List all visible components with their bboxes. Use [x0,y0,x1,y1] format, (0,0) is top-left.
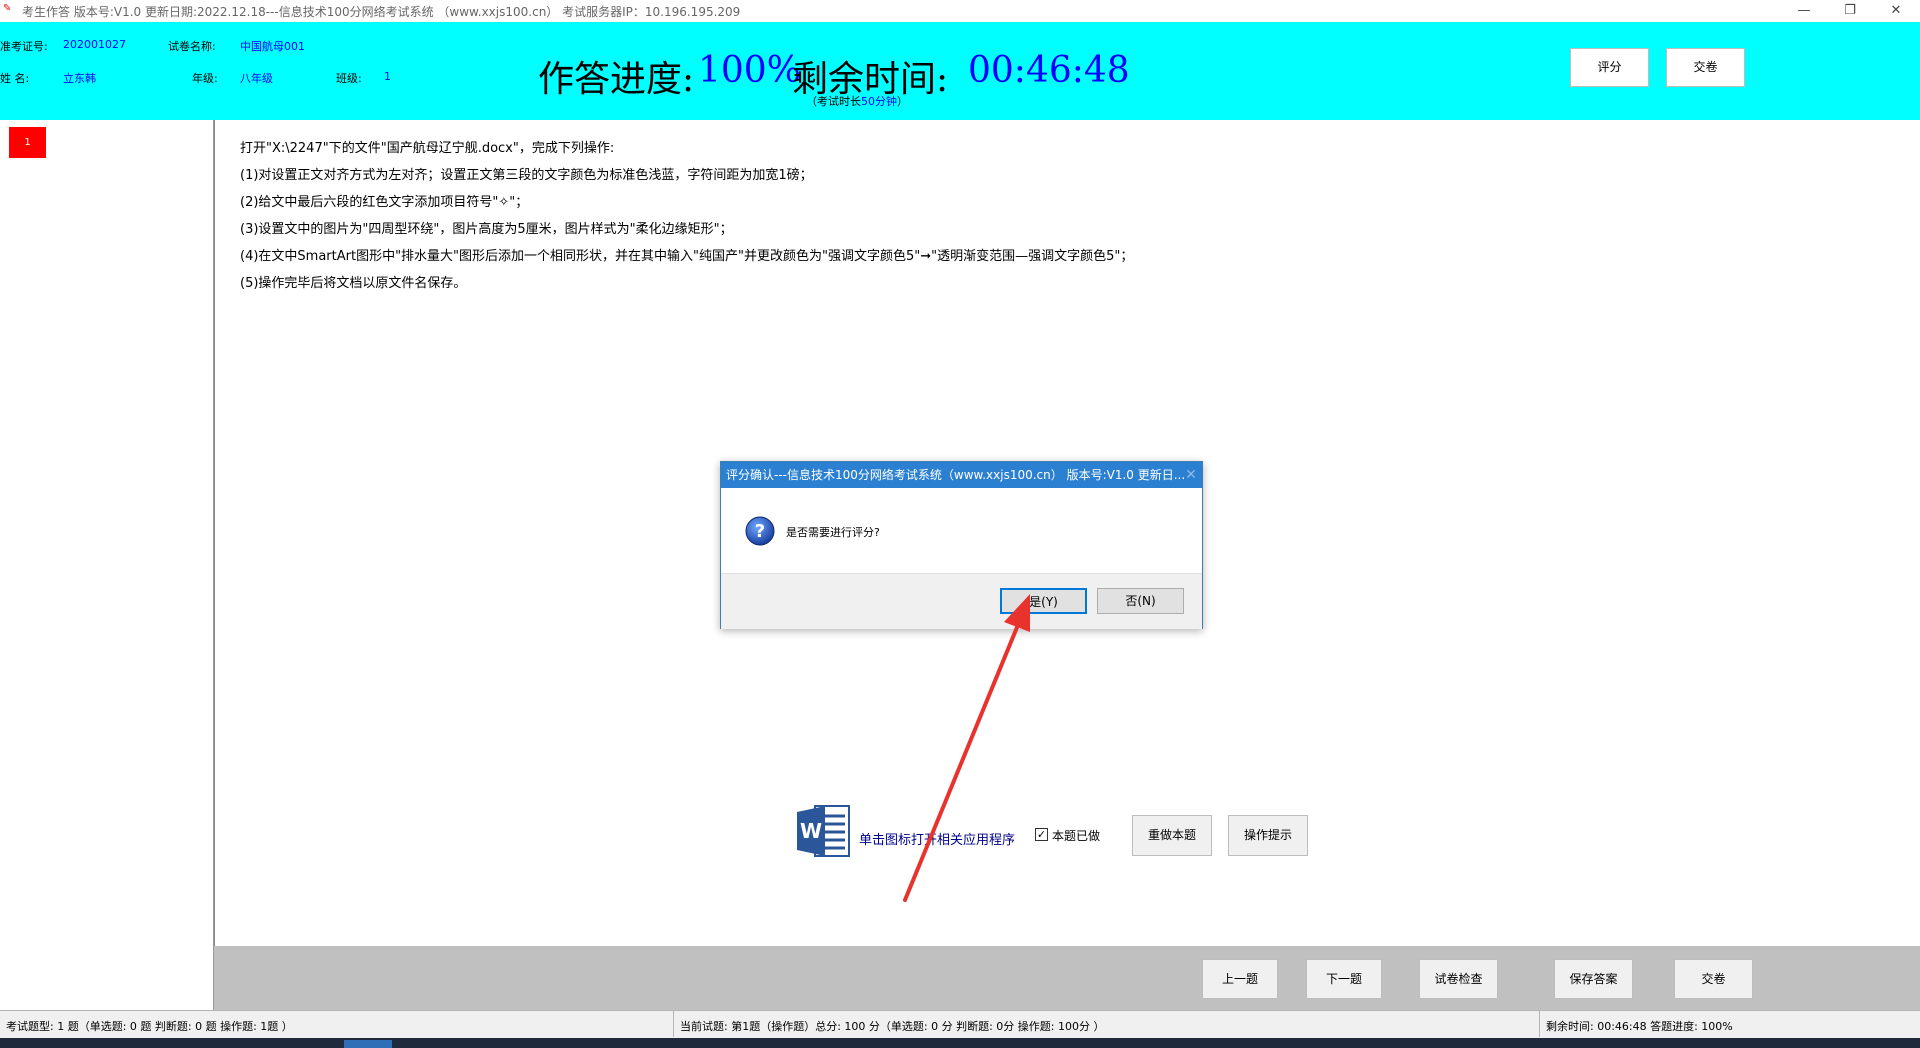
question-icon: ? [745,516,775,546]
duration-suffix: ） [897,95,908,108]
taskbar [0,1038,1920,1048]
grade-label: 年级: [192,72,218,85]
status-divider [1539,1011,1540,1037]
window-title: 考生作答 版本号:V1.0 更新日期:2022.12.18---信息技术100分… [22,5,741,19]
question-line: (5)操作完毕后将文档以原文件名保存。 [240,276,467,291]
exam-id-value: 202001027 [63,38,126,51]
question-list-sidebar [0,120,214,1010]
close-window-button[interactable]: ✕ [1873,0,1919,22]
done-checkbox-label: 本题已做 [1052,829,1101,843]
exam-id-label: 准考证号: [0,40,48,53]
svg-text:W: W [800,819,822,843]
grade-value: 八年级 [240,72,273,85]
dialog-close-icon[interactable]: ✕ [1180,462,1202,488]
submit-paper-button[interactable]: 交卷 [1674,959,1753,999]
save-answer-button[interactable]: 保存答案 [1554,959,1633,999]
question-line: (3)设置文中的图片为"四周型环绕"，图片高度为5厘米，图片样式为"柔化边缘矩形… [240,222,733,237]
restore-button[interactable]: ❐ [1827,0,1873,22]
duration-prefix: （考试时长 [806,95,861,108]
status-current-question: 当前试题: 第1题（操作题）总分: 100 分（单选题: 0 分 判断题: 0分… [680,1020,1105,1033]
paper-name-value: 中国航母001 [240,40,305,53]
status-remaining: 剩余时间: 00:46:48 答题进度: 100% [1546,1020,1733,1033]
remaining-time-value: 00:46:48 [968,50,1130,91]
word-app-icon[interactable]: W [795,802,853,860]
student-name-value: 立东韩 [63,72,96,85]
paper-check-button[interactable]: 试卷检查 [1419,959,1498,999]
exam-duration-note: （考试时长50分钟） [806,93,908,109]
question-line: (1)对设置正文对齐方式为左对齐；设置正文第三段的文字颜色为标准色浅蓝，字符间距… [240,168,813,183]
progress-value: 100% [698,50,801,91]
dialog-message: 是否需要进行评分? [786,526,880,539]
question-number-button[interactable]: 1 [9,127,46,158]
dialog-no-button[interactable]: 否(N) [1097,588,1184,614]
red-arrow-annotation [903,594,1030,902]
question-line: (4)在文中SmartArt图形中"排水量大"图形后添加一个相同形状，并在其中输… [240,249,1134,264]
dialog-titlebar: 评分确认---信息技术100分网络考试系统（www.xxjs100.cn） 版本… [721,462,1202,488]
redo-question-button[interactable]: 重做本题 [1132,815,1212,856]
student-name-label: 姓 名: [0,72,30,85]
status-question-types: 考试题型: 1 题（单选题: 0 题 判断题: 0 题 操作题: 1题 ） [6,1020,293,1033]
exam-app-icon: ✎ [3,3,12,14]
class-label: 班级: [336,72,362,85]
operation-tips-button[interactable]: 操作提示 [1228,815,1308,856]
status-divider [673,1011,674,1037]
paper-name-label: 试卷名称: [168,40,216,53]
question-line: 打开"X:\2247"下的文件"国产航母辽宁舰.docx"，完成下列操作: [240,141,615,156]
duration-value: 50分钟 [861,95,897,108]
score-button[interactable]: 评分 [1570,48,1649,87]
prev-question-button[interactable]: 上一题 [1202,959,1278,999]
submit-exam-button[interactable]: 交卷 [1666,48,1745,87]
class-value: 1 [384,70,391,83]
next-question-button[interactable]: 下一题 [1306,959,1382,999]
taskbar-active-app[interactable] [344,1040,392,1048]
question-line: (2)给文中最后六段的红色文字添加项目符号"✧"； [240,195,529,210]
progress-label: 作答进度: [538,59,695,100]
dialog-title: 评分确认---信息技术100分网络考试系统（www.xxjs100.cn） 版本… [726,468,1186,482]
svg-text:?: ? [755,521,765,542]
navigation-bar [214,946,1920,1010]
minimize-button[interactable]: — [1781,0,1827,22]
